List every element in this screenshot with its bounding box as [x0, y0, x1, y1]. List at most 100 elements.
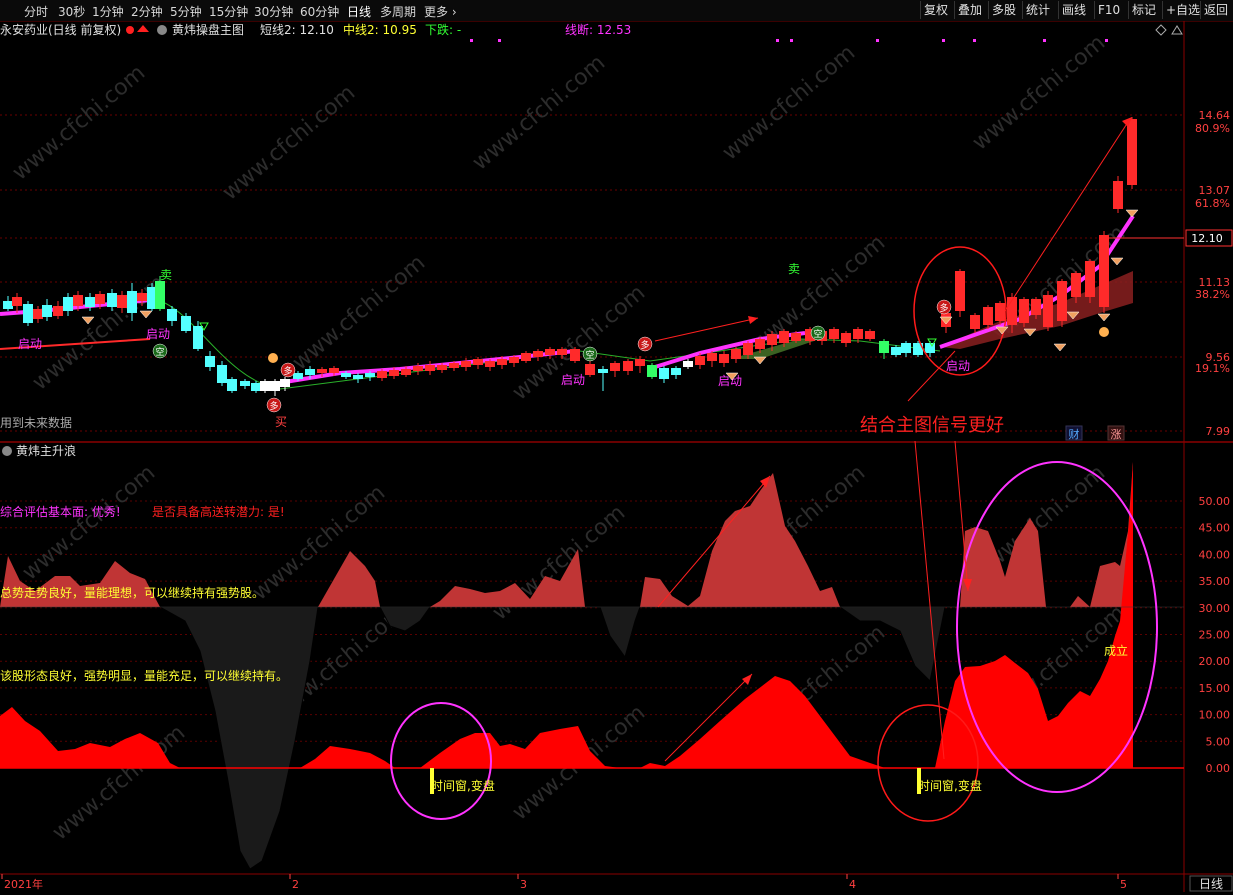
top-marker-dot	[942, 39, 945, 42]
candle-body	[155, 281, 165, 309]
candle-body	[791, 333, 801, 341]
candle-body	[389, 370, 399, 376]
period-tab-10[interactable]: 更多 ›	[424, 3, 457, 20]
candle-body	[425, 365, 435, 371]
signal-badge-text: 多	[269, 400, 278, 412]
candle-body	[545, 349, 555, 355]
sub-y-label: 10.00	[1199, 709, 1231, 722]
candle-body	[707, 353, 717, 361]
period-tab-0[interactable]: 分时	[24, 3, 48, 20]
candle-body	[647, 365, 657, 377]
signal-label: 启动	[18, 337, 42, 351]
period-tab-1[interactable]: 30秒	[58, 3, 85, 20]
candle-body	[12, 297, 22, 306]
period-tab-4[interactable]: 5分钟	[170, 3, 202, 20]
candle-body	[853, 329, 863, 339]
signal-label: 启动	[146, 327, 170, 341]
diamond-signal-icon	[753, 356, 767, 365]
period-tab-7[interactable]: 60分钟	[300, 3, 339, 20]
candle-body	[85, 297, 95, 307]
candle-body	[317, 369, 327, 373]
toolbar-button-5[interactable]: F10	[1094, 1, 1123, 19]
period-tab-9[interactable]: 多周期	[380, 3, 416, 20]
candle-body	[521, 353, 531, 361]
triangle-icon[interactable]	[1171, 25, 1183, 35]
toolbar-button-0[interactable]: 复权	[920, 1, 951, 19]
candle-body	[767, 334, 777, 345]
signal-label: 卖	[160, 268, 172, 282]
sub-formula-dropdown-icon[interactable]	[2, 446, 12, 456]
finance-badge-text: 财	[1069, 427, 1080, 441]
main-chart-grid	[0, 114, 1184, 432]
candle-body	[260, 381, 270, 391]
x-axis: 2021年 2 3 4 5	[1, 874, 1127, 891]
toolbar-button-8[interactable]: 返回	[1200, 1, 1231, 19]
high-transfer-eval: 是否具备高送转潜力: 是!	[152, 504, 285, 519]
sub-y-label: 25.00	[1199, 629, 1231, 642]
candle-body	[401, 369, 411, 375]
chart-area: www.cfchi.com www.cfchi.com www.cfchi.com w…	[0, 21, 1233, 892]
candle-body	[970, 315, 980, 329]
period-tab-5[interactable]: 15分钟	[209, 3, 248, 20]
candle-body	[353, 375, 363, 379]
up-arrow-icon	[137, 25, 149, 32]
pattern-comment: 该股形态良好，强势明显，量能充足，可以继续持有。	[0, 668, 288, 683]
top-marker-dot	[776, 39, 779, 42]
diamond-icon[interactable]	[1155, 24, 1167, 36]
toolbar-button-2[interactable]: 多股	[988, 1, 1019, 19]
mid-line-value: 中线2: 10.95	[343, 22, 417, 37]
x-axis-label: 4	[849, 878, 856, 891]
pct-label: 61.8%	[1195, 197, 1230, 210]
established-label: 成立	[1104, 643, 1128, 658]
top-marker-dot	[470, 39, 473, 42]
candle-body	[137, 293, 147, 301]
candle-body	[598, 369, 608, 373]
period-tab-2[interactable]: 1分钟	[92, 3, 124, 20]
toolbar-button-6[interactable]: 标记	[1128, 1, 1159, 19]
sub-y-label: 0.00	[1206, 762, 1231, 775]
signal-badge-text: 空	[813, 328, 822, 340]
candle-body	[240, 381, 250, 386]
top-marker-dot	[790, 39, 793, 42]
future-data-note: 用到未来数据	[0, 415, 72, 430]
price-label: 13.07	[1199, 184, 1231, 197]
toolbar-button-4[interactable]: 画线	[1058, 1, 1089, 19]
candle-body	[955, 271, 965, 311]
toolbar-button-3[interactable]: 统计	[1022, 1, 1053, 19]
sub-y-label: 35.00	[1199, 575, 1231, 588]
toolbar-button-1[interactable]: 叠加	[954, 1, 985, 19]
sub-y-label: 15.00	[1199, 682, 1231, 695]
signal-label: 买	[275, 415, 287, 429]
signal-badge-text: 空	[155, 346, 164, 358]
signal-badge-text: 多	[283, 365, 292, 377]
signal-label: 启动	[946, 359, 970, 373]
period-box-text: 日线	[1199, 877, 1223, 891]
period-tab-8[interactable]: 日线	[347, 3, 371, 20]
top-marker-dot	[973, 39, 976, 42]
candle-body	[95, 294, 105, 304]
candle-body	[329, 368, 339, 373]
short-line-value: 短线2: 12.10	[260, 23, 334, 37]
time-window-label-1: 时间窗,变盘	[431, 778, 495, 793]
chart-canvas[interactable]: www.cfchi.com www.cfchi.com www.cfchi.com w…	[0, 21, 1233, 892]
candle-body	[570, 349, 580, 361]
toolbar-button-7[interactable]: +自选	[1162, 1, 1203, 19]
signal-labels: 启动启动启动 启动启动卖 卖买空 空空多多多多	[18, 39, 1139, 429]
top-marker-dot	[1105, 39, 1108, 42]
price-label: 7.99	[1206, 425, 1231, 438]
candle-body	[1071, 273, 1081, 297]
candle-body	[901, 343, 911, 353]
candle-body	[557, 349, 567, 355]
sub-formula-name: 黄炜主升浪	[16, 443, 76, 458]
formula-dropdown-icon[interactable]	[157, 25, 167, 35]
period-tab-3[interactable]: 2分钟	[131, 3, 163, 20]
candle-body	[217, 365, 227, 383]
main-trend-arrow-1	[654, 317, 759, 342]
candle-body	[365, 373, 375, 377]
period-tab-6[interactable]: 30分钟	[254, 3, 293, 20]
candle-body	[695, 356, 705, 365]
pointer-line-1	[914, 440, 945, 760]
watermark-text: www.cfchi.com	[288, 250, 430, 375]
candle-body	[437, 365, 447, 370]
candle-body	[755, 339, 765, 349]
